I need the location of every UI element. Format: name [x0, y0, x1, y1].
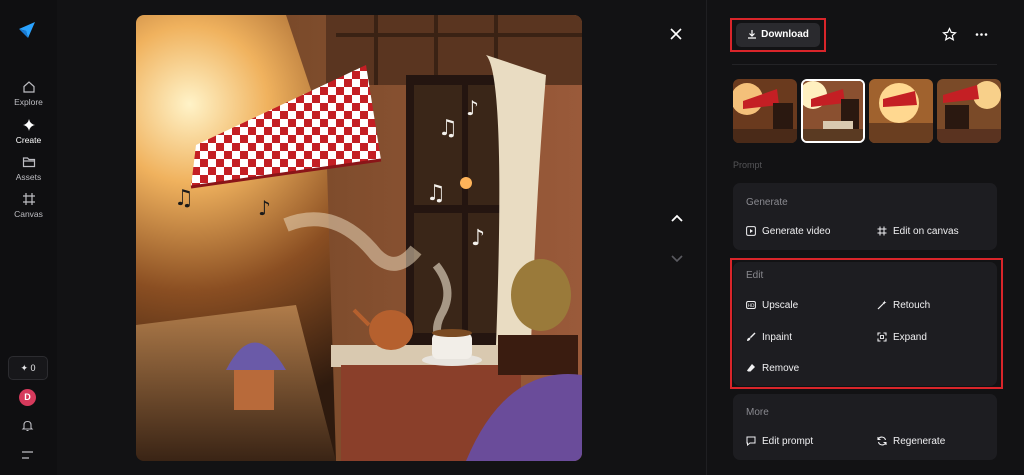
thumbnail-variant-4[interactable]	[937, 79, 1001, 143]
panel-divider	[706, 0, 707, 475]
bell-icon[interactable]	[21, 419, 34, 432]
frame-icon	[877, 226, 887, 236]
nav-item-canvas[interactable]: Canvas	[0, 192, 57, 219]
prompt-section-label: Prompt	[733, 160, 763, 170]
more-card-title: More	[746, 407, 769, 418]
header-divider	[732, 64, 997, 65]
nav-label: Canvas	[14, 209, 43, 219]
nav-label: Explore	[14, 97, 43, 107]
chevron-up-icon[interactable]	[669, 210, 685, 226]
folder-icon	[22, 157, 35, 168]
more-options-icon[interactable]	[974, 27, 989, 42]
regenerate-button[interactable]: Regenerate	[877, 436, 945, 447]
svg-text:♫: ♫	[174, 186, 194, 211]
chat-edit-icon	[746, 436, 756, 447]
play-icon	[746, 226, 756, 236]
thumbnail-image	[869, 79, 933, 143]
svg-text:♫: ♫	[438, 116, 458, 141]
svg-text:♪: ♪	[258, 196, 271, 220]
more-card: More Edit prompt Regenerate	[733, 394, 997, 460]
nav-item-create[interactable]: Create	[0, 118, 57, 145]
app-logo-icon[interactable]	[17, 20, 37, 40]
regenerate-label: Regenerate	[893, 436, 946, 447]
thumbnail-variant-2[interactable]	[801, 79, 865, 143]
thumbnail-variant-1[interactable]	[733, 79, 797, 143]
edit-prompt-label: Edit prompt	[762, 436, 814, 447]
download-button[interactable]: Download	[736, 23, 820, 47]
thumbnail-image	[733, 79, 797, 143]
refresh-icon	[877, 436, 887, 446]
generate-card: Generate Generate video Edit on canvas	[733, 183, 997, 250]
svg-text:♪: ♪	[466, 96, 479, 120]
nav-label: Assets	[15, 172, 42, 182]
generate-video-button[interactable]: Generate video	[746, 226, 830, 237]
left-nav: Explore Create Assets Canvas ✦ 0 D	[0, 0, 57, 475]
edit-on-canvas-label: Edit on canvas	[893, 226, 959, 237]
chevron-down-icon[interactable]	[669, 250, 685, 266]
edit-prompt-button[interactable]: Edit prompt	[746, 436, 813, 447]
nav-item-assets[interactable]: Assets	[0, 155, 57, 182]
close-icon[interactable]	[668, 26, 684, 42]
thumbnail-variant-3[interactable]	[869, 79, 933, 143]
nav-label: Create	[15, 135, 42, 145]
thumbnail-image	[803, 81, 863, 141]
frame-icon	[22, 193, 35, 205]
menu-icon[interactable]	[21, 450, 34, 460]
generate-video-label: Generate video	[762, 226, 831, 237]
credits-badge[interactable]: ✦ 0	[8, 356, 48, 380]
nav-item-explore[interactable]: Explore	[0, 80, 57, 107]
thumbnail-image	[937, 79, 1001, 143]
generate-card-title: Generate	[746, 197, 788, 208]
edit-highlight	[730, 258, 1003, 389]
sparkle-icon	[22, 119, 35, 131]
download-icon	[748, 30, 757, 39]
home-icon	[22, 81, 35, 93]
generated-image[interactable]: ♫ ♪ ♫ ♪ ♫ ♪	[136, 15, 582, 461]
avatar[interactable]: D	[19, 389, 36, 406]
cafe-scene-image: ♫ ♪ ♫ ♪ ♫ ♪	[136, 15, 582, 461]
edit-on-canvas-button[interactable]: Edit on canvas	[877, 226, 959, 237]
download-label: Download	[761, 29, 809, 40]
svg-text:♪: ♪	[471, 226, 485, 251]
svg-text:♫: ♫	[426, 181, 446, 206]
star-icon[interactable]	[942, 27, 957, 42]
